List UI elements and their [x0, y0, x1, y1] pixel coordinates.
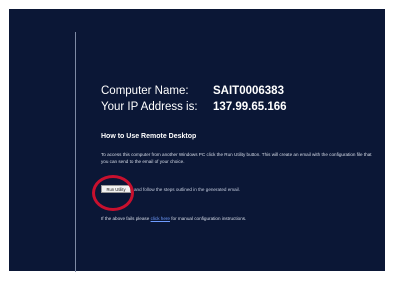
fallback-suffix: for manual configuration instructions.	[171, 216, 247, 221]
ip-address-row: Your IP Address is: 137.99.65.166	[101, 101, 287, 114]
click-here-link[interactable]: click here	[151, 216, 170, 221]
ip-address-value: 137.99.65.166	[213, 101, 287, 113]
instructions-text: To access this computer from another Win…	[101, 152, 372, 164]
remote-desktop-heading: How to Use Remote Desktop	[101, 133, 197, 140]
fallback-text: If the above fails please click here for…	[101, 215, 246, 222]
ip-address-label: Your IP Address is:	[101, 101, 198, 113]
computer-name-label: Computer Name:	[101, 85, 189, 97]
computer-name-value: SAIT0006383	[213, 85, 284, 97]
remote-desktop-info-screen: Computer Name: SAIT0006383 Your IP Addres…	[9, 9, 385, 272]
vertical-divider	[75, 32, 76, 272]
follow-steps-text: and follow the steps outlined in the gen…	[134, 187, 240, 192]
run-utility-button[interactable]: Run Utility	[101, 185, 131, 193]
fallback-prefix: If the above fails please	[101, 216, 150, 221]
computer-name-row: Computer Name: SAIT0006383	[101, 85, 284, 98]
